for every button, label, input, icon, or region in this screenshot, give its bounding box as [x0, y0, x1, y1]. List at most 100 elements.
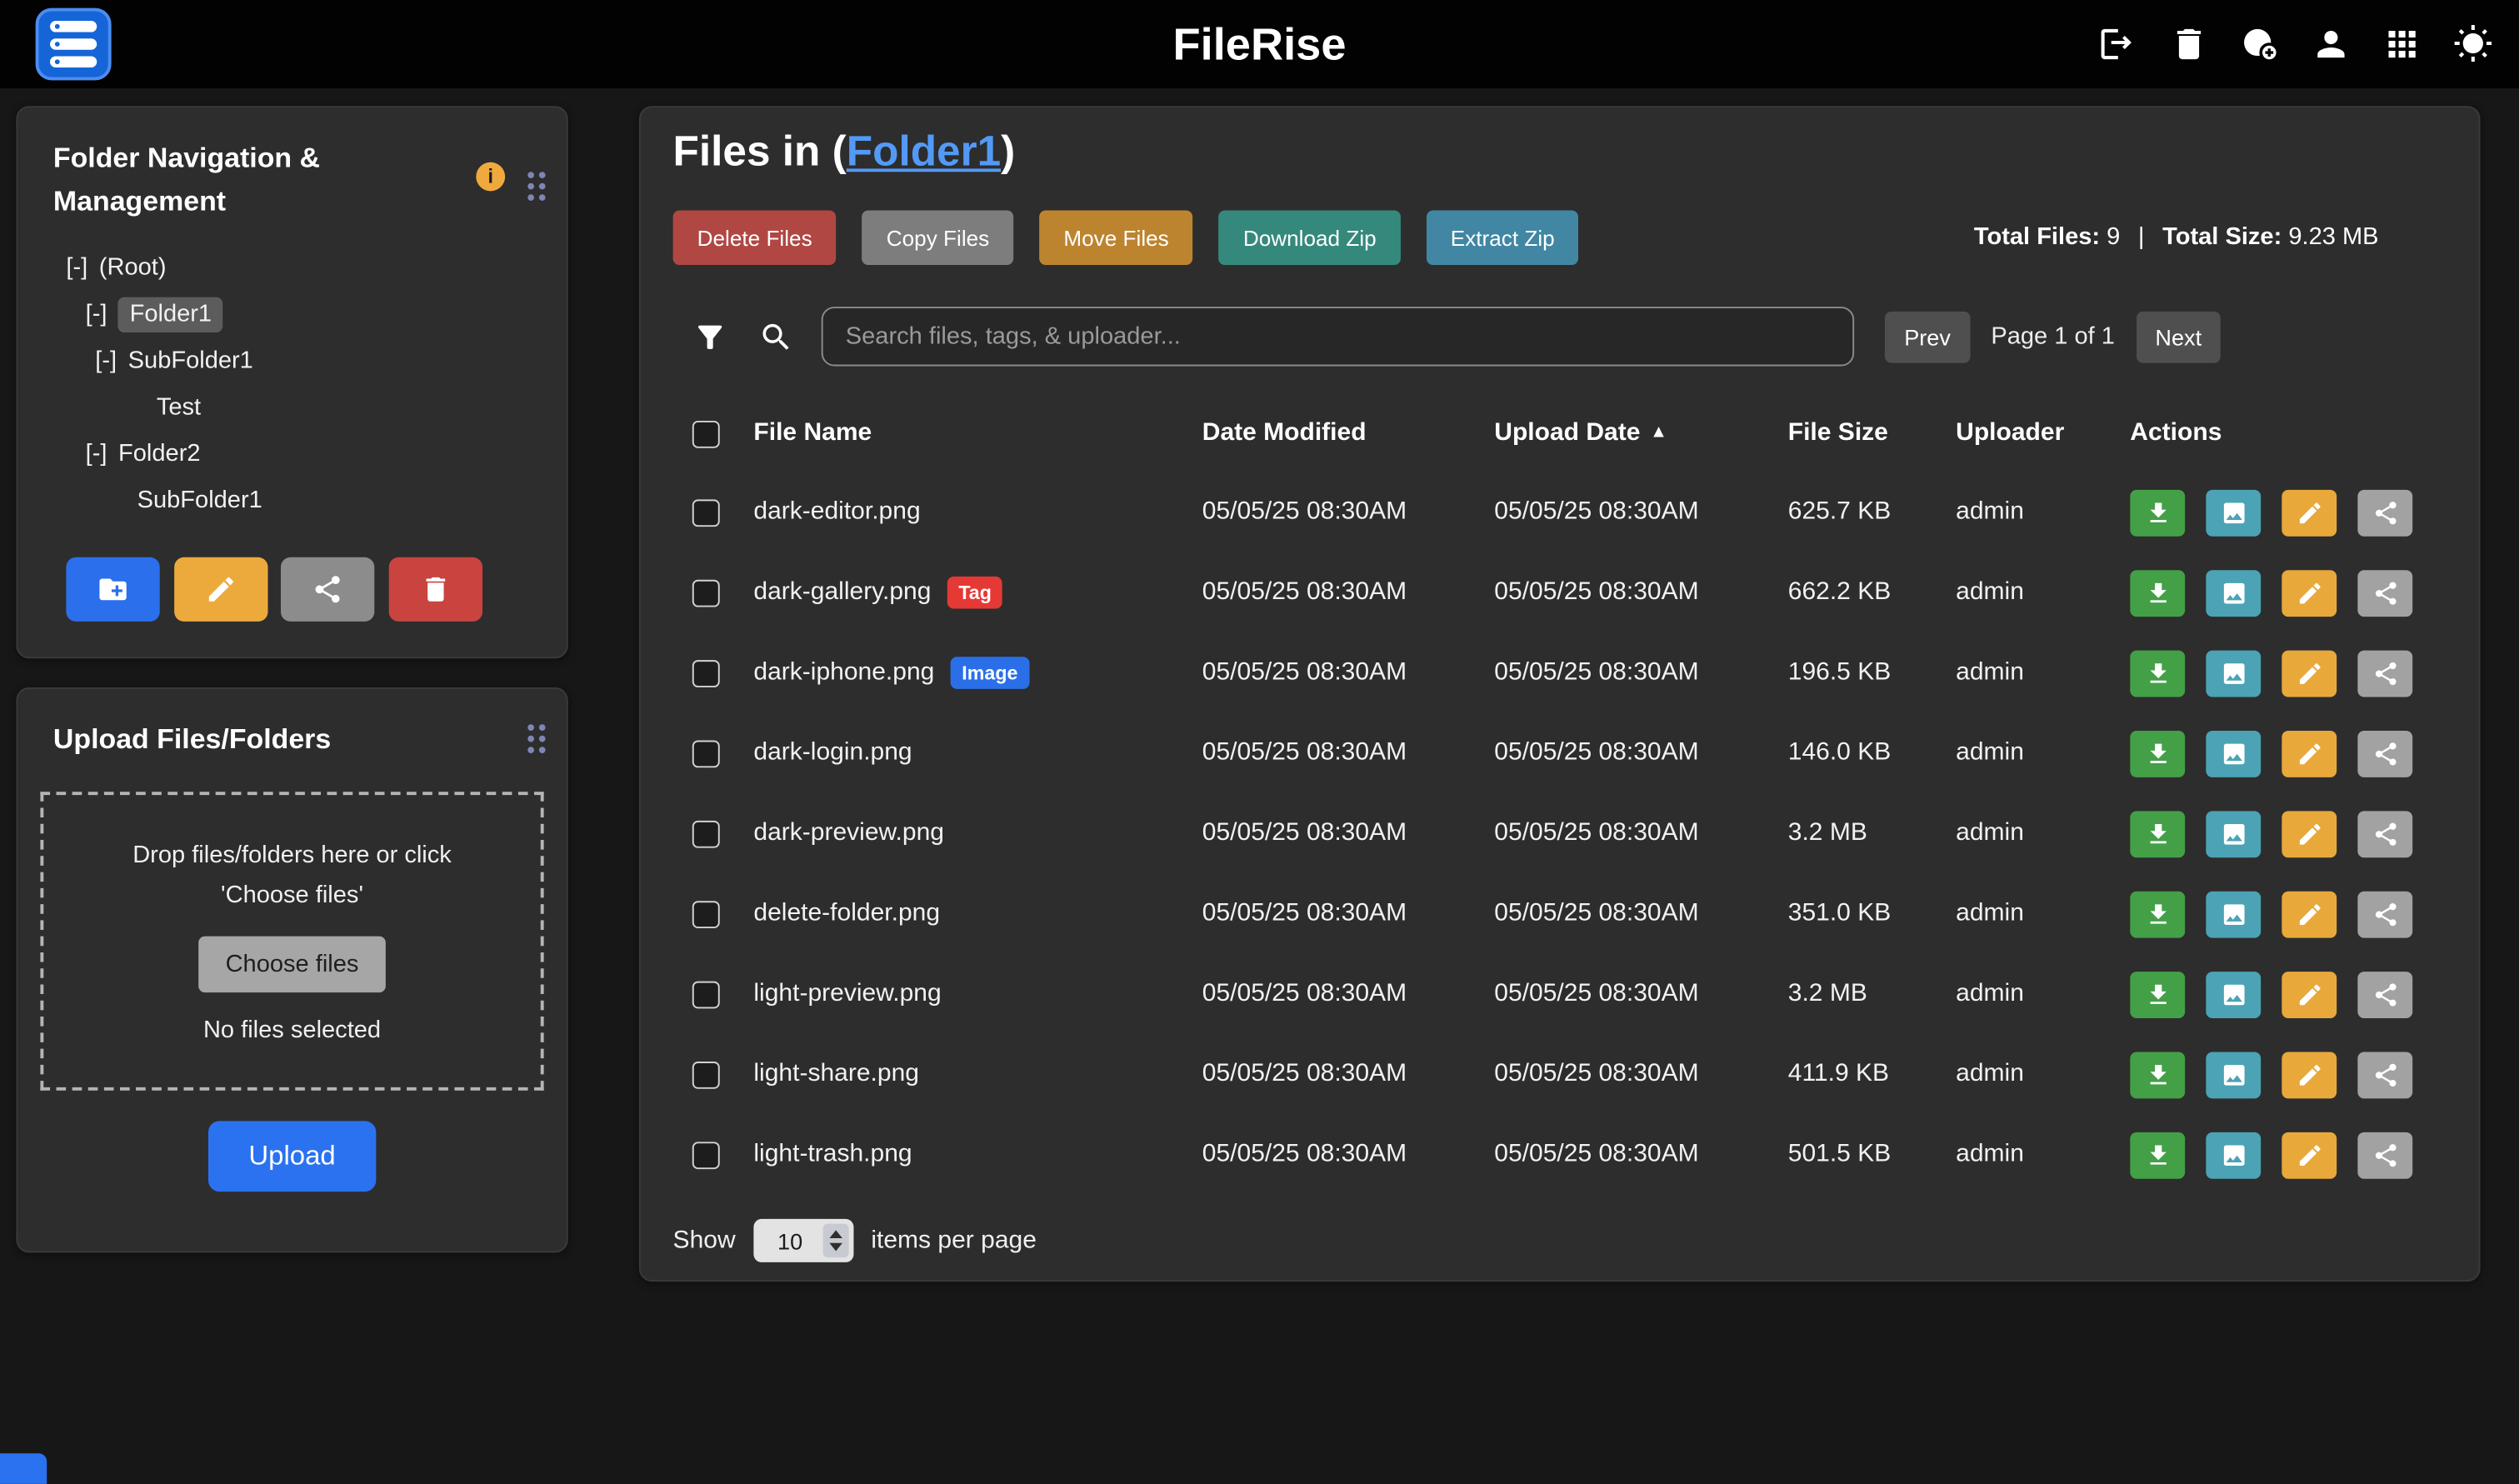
row-checkbox[interactable] [692, 659, 720, 687]
drag-handle-icon[interactable] [527, 172, 545, 201]
download-button[interactable] [2130, 891, 2185, 937]
preview-button[interactable] [2206, 891, 2261, 937]
download-button[interactable] [2130, 971, 2185, 1017]
create-folder-button[interactable] [66, 557, 159, 622]
preview-button[interactable] [2206, 650, 2261, 697]
share-button[interactable] [2357, 1132, 2412, 1178]
row-checkbox[interactable] [692, 498, 720, 526]
file-name[interactable]: dark-editor.png [753, 497, 920, 525]
row-checkbox[interactable] [692, 900, 720, 927]
rename-button[interactable] [2282, 489, 2337, 536]
download-button[interactable] [2130, 730, 2185, 777]
theme-toggle-sun-icon[interactable] [2453, 24, 2493, 64]
tree-label[interactable]: Folder2 [118, 441, 200, 468]
file-name[interactable]: dark-iphone.png [753, 658, 934, 686]
download-button[interactable] [2130, 650, 2185, 697]
rename-folder-button[interactable] [173, 557, 267, 622]
tree-toggle[interactable]: [-] [66, 254, 87, 282]
trash-icon[interactable] [2169, 24, 2209, 64]
tree-item-subfolder1[interactable]: [-] SubFolder1 [17, 337, 566, 384]
info-icon[interactable] [476, 162, 505, 192]
download-button[interactable] [2130, 1051, 2185, 1097]
globe-add-icon[interactable] [2240, 24, 2280, 64]
current-folder-link[interactable]: Folder1 [847, 127, 1001, 175]
download-zip-button[interactable]: Download Zip [1219, 210, 1401, 265]
share-folder-button[interactable] [281, 557, 374, 622]
preview-button[interactable] [2206, 569, 2261, 616]
rename-button[interactable] [2282, 891, 2337, 937]
row-checkbox[interactable] [692, 1141, 720, 1168]
preview-button[interactable] [2206, 1132, 2261, 1178]
upload-button[interactable]: Upload [208, 1121, 376, 1192]
file-name[interactable]: light-preview.png [753, 980, 941, 1007]
user-profile-icon[interactable] [2311, 24, 2351, 64]
rename-button[interactable] [2282, 1051, 2337, 1097]
copy-files-button[interactable]: Copy Files [862, 210, 1014, 265]
file-name[interactable]: delete-folder.png [753, 899, 940, 927]
extract-zip-button[interactable]: Extract Zip [1427, 210, 1579, 265]
search-icon[interactable] [758, 319, 794, 354]
logout-icon[interactable] [2098, 24, 2138, 64]
download-button[interactable] [2130, 489, 2185, 536]
column-header-file-name[interactable]: File Name [753, 419, 1202, 448]
file-name[interactable]: dark-preview.png [753, 819, 944, 847]
download-button[interactable] [2130, 1132, 2185, 1178]
column-header-upload-date[interactable]: Upload Date▲ [1494, 419, 1787, 448]
rename-button[interactable] [2282, 810, 2337, 857]
rename-button[interactable] [2282, 1132, 2337, 1178]
select-all-checkbox[interactable] [692, 420, 720, 447]
choose-files-button[interactable]: Choose files [198, 937, 387, 992]
share-button[interactable] [2357, 650, 2412, 697]
file-name[interactable]: dark-gallery.png [753, 578, 931, 606]
share-button[interactable] [2357, 569, 2412, 616]
rename-button[interactable] [2282, 569, 2337, 616]
row-checkbox[interactable] [692, 981, 720, 1008]
delete-folder-button[interactable] [388, 557, 482, 622]
rename-button[interactable] [2282, 650, 2337, 697]
row-checkbox[interactable] [692, 1061, 720, 1088]
tree-item-test[interactable]: Test [17, 384, 566, 431]
move-files-button[interactable]: Move Files [1039, 210, 1192, 265]
share-button[interactable] [2357, 489, 2412, 536]
search-input[interactable] [822, 307, 1854, 366]
tree-toggle[interactable]: [-] [95, 347, 117, 375]
items-per-page-input[interactable]: 10 [753, 1219, 853, 1262]
tree-toggle[interactable]: [-] [86, 301, 107, 328]
column-header-file-size[interactable]: File Size [1788, 419, 1956, 448]
preview-button[interactable] [2206, 1051, 2261, 1097]
preview-button[interactable] [2206, 971, 2261, 1017]
preview-button[interactable] [2206, 489, 2261, 536]
file-name[interactable]: light-share.png [753, 1060, 919, 1087]
tree-label[interactable]: Folder1 [118, 297, 223, 332]
apps-grid-icon[interactable] [2382, 24, 2422, 64]
column-header-uploader[interactable]: Uploader [1956, 419, 2130, 448]
download-button[interactable] [2130, 810, 2185, 857]
column-header-date-modified[interactable]: Date Modified [1202, 419, 1495, 448]
share-button[interactable] [2357, 810, 2412, 857]
file-name[interactable]: light-trash.png [753, 1140, 912, 1167]
delete-files-button[interactable]: Delete Files [673, 210, 837, 265]
tree-label[interactable]: SubFolder1 [137, 487, 262, 514]
drag-handle-icon[interactable] [527, 724, 545, 753]
prev-page-button[interactable]: Prev [1885, 311, 1970, 362]
rename-button[interactable] [2282, 730, 2337, 777]
share-button[interactable] [2357, 971, 2412, 1017]
share-button[interactable] [2357, 1051, 2412, 1097]
share-button[interactable] [2357, 891, 2412, 937]
tree-label[interactable]: (Root) [99, 254, 167, 282]
tree-item-folder2[interactable]: [-] Folder2 [17, 431, 566, 477]
row-checkbox[interactable] [692, 820, 720, 847]
next-page-button[interactable]: Next [2136, 311, 2221, 362]
tree-label[interactable]: Test [157, 394, 201, 422]
share-button[interactable] [2357, 730, 2412, 777]
filerise-logo-icon[interactable] [36, 8, 112, 81]
tree-label[interactable]: SubFolder1 [128, 347, 253, 375]
tree-item-folder1[interactable]: [-] Folder1 [17, 291, 566, 337]
tree-toggle[interactable]: [-] [86, 441, 107, 468]
preview-button[interactable] [2206, 730, 2261, 777]
file-name[interactable]: dark-login.png [753, 739, 912, 767]
rename-button[interactable] [2282, 971, 2337, 1017]
row-checkbox[interactable] [692, 579, 720, 607]
download-button[interactable] [2130, 569, 2185, 616]
file-dropzone[interactable]: Drop files/folders here or click 'Choose… [40, 792, 543, 1090]
